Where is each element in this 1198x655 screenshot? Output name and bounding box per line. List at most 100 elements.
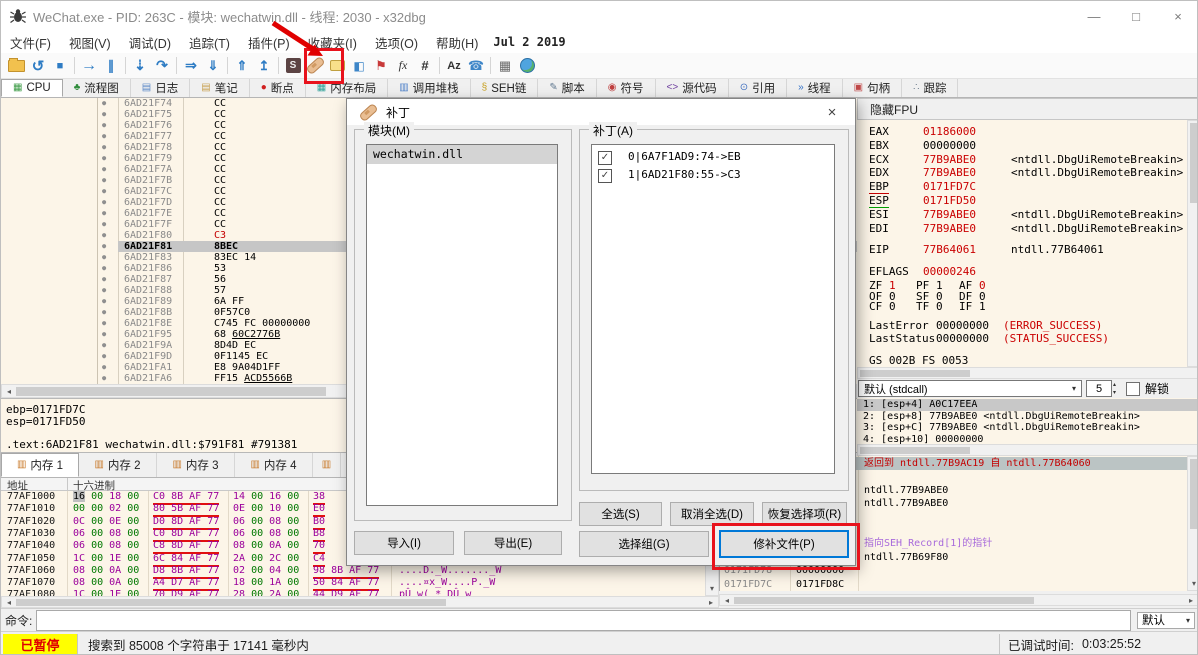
stack-vscrollbar[interactable]: ▾: [1187, 456, 1197, 591]
step-in-button[interactable]: ⇓: [202, 55, 224, 77]
tab-breakpoints[interactable]: ● 断点: [250, 79, 306, 97]
breakpoint-dot-icon[interactable]: ●: [102, 296, 106, 307]
menu-file[interactable]: 文件(F): [1, 31, 60, 53]
patch-checkbox[interactable]: ✓: [598, 169, 612, 183]
breakpoint-dot-icon[interactable]: ●: [102, 164, 106, 175]
arguments-hscrollbar[interactable]: [857, 444, 1197, 456]
tab-references[interactable]: ⊙ 引用: [729, 79, 788, 97]
minimize-button[interactable]: —: [1073, 1, 1115, 31]
register-row[interactable]: CF 0 TF 0 IF 1: [857, 300, 1187, 313]
run-to-user-code-button[interactable]: ↥: [253, 55, 275, 77]
bookmark-button[interactable]: ⚑: [370, 55, 392, 77]
open-file-button[interactable]: [5, 55, 27, 77]
registers-hscrollbar[interactable]: [857, 367, 1197, 379]
register-row[interactable]: LastStatus 00000000 (STATUS_SUCCESS): [857, 332, 1187, 345]
breakpoint-dot-icon[interactable]: ●: [102, 329, 106, 340]
maximize-button[interactable]: □: [1115, 1, 1157, 31]
registers-vscrollbar[interactable]: [1187, 120, 1197, 367]
memory-tab-5[interactable]: ▥: [313, 453, 341, 477]
select-group-button[interactable]: 选择组(G): [579, 531, 709, 557]
breakpoint-dot-icon[interactable]: ●: [102, 131, 106, 142]
tab-notes[interactable]: ▤ 笔记: [190, 79, 250, 97]
tab-call-stack[interactable]: ▥ 调用堆栈: [388, 79, 471, 97]
memory-tab-2[interactable]: ▥ 内存 2: [79, 453, 157, 477]
run-button[interactable]: →: [78, 55, 100, 77]
dump-row[interactable]: 77AF1060 08 00 0A 00 D8 8B AF 77 02 00 04 0…: [1, 565, 705, 579]
arg-count-stepper[interactable]: 5: [1086, 380, 1112, 397]
argument-row[interactable]: 1: [esp+4] A0C17EEA: [857, 399, 1197, 411]
menu-options[interactable]: 选项(O): [366, 31, 427, 53]
tab-memory-map[interactable]: ▦ 内存布局: [306, 79, 389, 97]
breakpoint-dot-icon[interactable]: ●: [102, 109, 106, 120]
breakpoint-dot-icon[interactable]: ●: [102, 373, 106, 384]
register-row[interactable]: EFLAGS 00000246: [857, 265, 1187, 278]
menu-trace[interactable]: 追踪(T): [180, 31, 239, 53]
dump-hscrollbar[interactable]: ◂ ▸: [1, 596, 719, 608]
breakpoint-dot-icon[interactable]: ●: [102, 175, 106, 186]
deselect-all-button[interactable]: 取消全选(D): [670, 502, 754, 526]
stack-hscrollbar[interactable]: ◂ ▸: [719, 594, 1197, 606]
register-row[interactable]: LastError 00000000 (ERROR_SUCCESS): [857, 319, 1187, 332]
tab-handles[interactable]: ▣ 句柄: [843, 79, 903, 97]
register-row[interactable]: ESP 0171FD50: [857, 194, 1187, 208]
restore-selection-button[interactable]: 恢复选择项(R): [762, 502, 847, 526]
breakpoint-dot-icon[interactable]: ●: [102, 252, 106, 263]
tab-script[interactable]: ✎ 脚本: [538, 79, 597, 97]
breakpoint-dot-icon[interactable]: ●: [102, 219, 106, 230]
dump-row[interactable]: 77AF1080 1C 00 1E 00 70 D9 AF 77 28 00 2A 0…: [1, 589, 705, 596]
breakpoint-dot-icon[interactable]: ●: [102, 153, 106, 164]
register-row[interactable]: EDI 77B9ABE0 <ntdll.DbgUiRemoteBreakin>: [857, 222, 1187, 235]
breakpoint-dot-icon[interactable]: ●: [102, 241, 106, 252]
module-list-item[interactable]: wechatwin.dll: [367, 145, 557, 164]
register-row[interactable]: ECX 77B9ABE0 <ntdll.DbgUiRemoteBreakin>: [857, 153, 1187, 166]
menu-help[interactable]: 帮助(H): [427, 31, 487, 53]
argument-row[interactable]: 4: [esp+10] 00000000: [857, 434, 1197, 445]
breakpoint-dot-icon[interactable]: ●: [102, 186, 106, 197]
import-button[interactable]: 导入(I): [354, 531, 454, 555]
register-row[interactable]: EBX 00000000: [857, 139, 1187, 152]
help-button[interactable]: [516, 55, 538, 77]
export-button[interactable]: 导出(E): [464, 531, 562, 555]
breakpoint-dot-icon[interactable]: ●: [102, 197, 106, 208]
command-input[interactable]: [36, 609, 1131, 631]
menu-plugins[interactable]: 插件(P): [239, 31, 299, 53]
patch-list-item[interactable]: ✓ 0|6A7F1AD9:74->EB: [592, 149, 834, 167]
breakpoint-dot-icon[interactable]: ●: [102, 362, 106, 373]
breakpoint-dot-icon[interactable]: ●: [102, 351, 106, 362]
calling-convention-select[interactable]: 默认 (stdcall) ▾: [858, 380, 1082, 397]
patch-checkbox[interactable]: ✓: [598, 151, 612, 165]
label-button[interactable]: ◧: [348, 55, 370, 77]
argument-row[interactable]: 3: [esp+C] 77B9ABE0 <ntdll.DbgUiRemoteBr…: [857, 422, 1197, 434]
tab-symbols[interactable]: ◉ 符号: [597, 79, 656, 97]
menu-favourites[interactable]: 收藏夹(I): [299, 31, 366, 53]
step-into-button[interactable]: ⇣: [129, 55, 151, 77]
register-row[interactable]: EIP 77B64061 ntdll.77B64061: [857, 243, 1187, 256]
close-debuggee-button[interactable]: ■: [49, 55, 71, 77]
register-row[interactable]: ESI 77B9ABE0 <ntdll.DbgUiRemoteBreakin>: [857, 208, 1187, 221]
step-out-button[interactable]: ⇑: [231, 55, 253, 77]
arg-count-spin-buttons[interactable]: ▴ ▾: [1113, 381, 1116, 397]
menu-view[interactable]: 视图(V): [60, 31, 120, 53]
assemble-button[interactable]: Az: [443, 55, 465, 77]
memory-tab-3[interactable]: ▥ 内存 3: [157, 453, 235, 477]
calculator-button[interactable]: ▦: [494, 55, 516, 77]
register-row[interactable]: EDX 77B9ABE0 <ntdll.DbgUiRemoteBreakin>: [857, 166, 1187, 179]
register-row[interactable]: EBP 0171FD7C: [857, 180, 1187, 195]
restart-button[interactable]: ↺: [27, 55, 49, 77]
breakpoint-dot-icon[interactable]: ●: [102, 208, 106, 219]
step-over-button[interactable]: ↷: [151, 55, 173, 77]
stack-row[interactable]: 0171FD7C 0171FD8C: [720, 578, 1187, 591]
breakpoint-dot-icon[interactable]: ●: [102, 307, 106, 318]
breakpoint-dot-icon[interactable]: ●: [102, 120, 106, 131]
breakpoint-dot-icon[interactable]: ●: [102, 263, 106, 274]
patch-file-button[interactable]: 修补文件(P): [719, 530, 849, 558]
breakpoint-dot-icon[interactable]: ●: [102, 142, 106, 153]
run-to-cursor-button[interactable]: ⇒: [180, 55, 202, 77]
breakpoint-dot-icon[interactable]: ●: [102, 340, 106, 351]
notes-button[interactable]: ☎: [465, 55, 487, 77]
pause-button[interactable]: ∥: [100, 55, 122, 77]
tab-threads[interactable]: » 线程: [787, 79, 843, 97]
patch-list-item[interactable]: ✓ 1|6AD21F80:55->C3: [592, 167, 834, 185]
command-profile-select[interactable]: 默认 ▾: [1137, 611, 1195, 629]
hash-button[interactable]: #: [414, 55, 436, 77]
